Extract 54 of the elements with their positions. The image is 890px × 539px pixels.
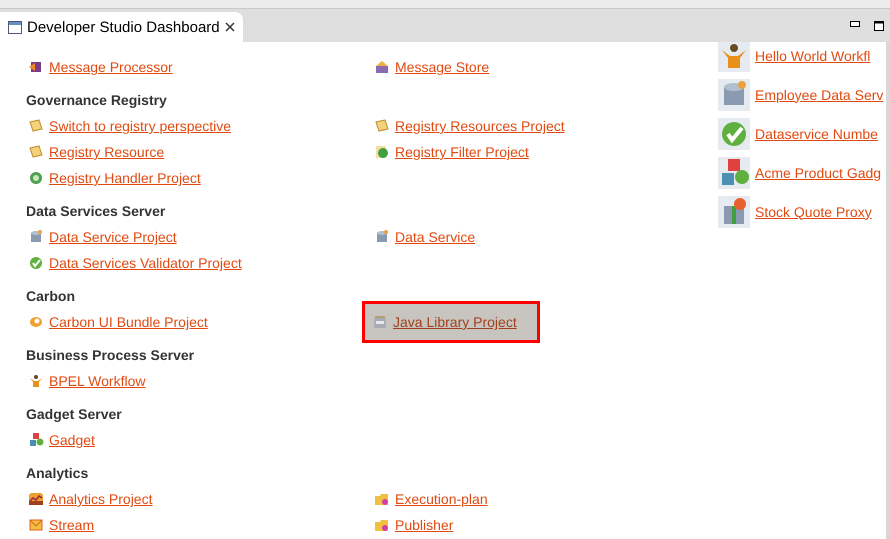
maximize-icon[interactable] — [874, 20, 884, 30]
dashboard-tab[interactable]: Developer Studio Dashboard — [0, 12, 243, 42]
sample-link[interactable]: Acme Product Gadg — [718, 153, 886, 192]
scroll-icon — [28, 118, 44, 134]
project-link[interactable]: Message Store — [374, 59, 490, 75]
project-link[interactable]: Publisher — [374, 517, 454, 533]
project-link[interactable]: Registry Filter Project — [374, 144, 529, 160]
project-link[interactable]: Java Library Project — [362, 301, 540, 343]
section-heading: Data Services Server — [26, 202, 166, 221]
project-link[interactable]: Data Service Project — [28, 229, 177, 245]
person-icon — [28, 373, 44, 389]
minimize-icon[interactable] — [850, 20, 860, 26]
project-link[interactable]: Carbon UI Bundle Project — [28, 314, 208, 330]
ring-icon — [28, 170, 44, 186]
section-heading: Analytics — [26, 464, 90, 483]
project-link[interactable]: Execution-plan — [374, 491, 488, 507]
scroll-icon — [28, 144, 44, 160]
project-link[interactable]: Data Service — [374, 229, 476, 245]
envelope-icon — [28, 517, 44, 533]
section-heading: Business Process Server — [26, 346, 196, 365]
project-link[interactable]: Analytics Project — [28, 491, 152, 507]
project-link[interactable]: Switch to registry perspective — [28, 118, 232, 134]
project-link[interactable]: Registry Resources Project — [374, 118, 565, 134]
project-link[interactable]: Registry Handler Project — [28, 170, 201, 186]
sample-link[interactable]: Stock Quote Proxy — [718, 192, 886, 231]
database-icon — [374, 229, 390, 245]
sample-link[interactable]: Employee Data Serv — [718, 75, 886, 114]
project-link[interactable]: Registry Resource — [28, 144, 164, 160]
tab-title: Developer Studio Dashboard — [27, 18, 220, 36]
disc-icon — [28, 314, 44, 330]
jar-icon — [372, 314, 388, 330]
folder-icon — [374, 491, 390, 507]
section-heading: Gadget Server — [26, 405, 123, 424]
close-icon[interactable] — [224, 22, 235, 32]
project-link[interactable]: Stream — [28, 517, 94, 533]
project-link[interactable]: Gadget — [28, 432, 95, 448]
filter-icon — [374, 144, 390, 160]
project-link[interactable]: Data Services Validator Project — [28, 255, 242, 271]
window-icon — [8, 20, 22, 34]
sample-link[interactable]: Dataservice Numbe — [718, 114, 886, 153]
person-icon — [718, 42, 750, 72]
shapes-icon — [718, 156, 750, 188]
chart-icon — [28, 491, 44, 507]
project-link[interactable]: Message Processor — [28, 59, 173, 75]
scroll-icon — [374, 118, 390, 134]
check-circle-icon — [28, 255, 44, 271]
database-icon — [28, 229, 44, 245]
sample-link[interactable]: Hello World Workfl — [718, 42, 886, 75]
database-icon — [718, 78, 750, 110]
section-heading: Governance Registry — [26, 91, 168, 110]
project-link[interactable]: BPEL Workflow — [28, 373, 146, 389]
folder-icon — [374, 517, 390, 533]
section-heading: Carbon — [26, 287, 76, 306]
shapes-icon — [28, 432, 44, 448]
